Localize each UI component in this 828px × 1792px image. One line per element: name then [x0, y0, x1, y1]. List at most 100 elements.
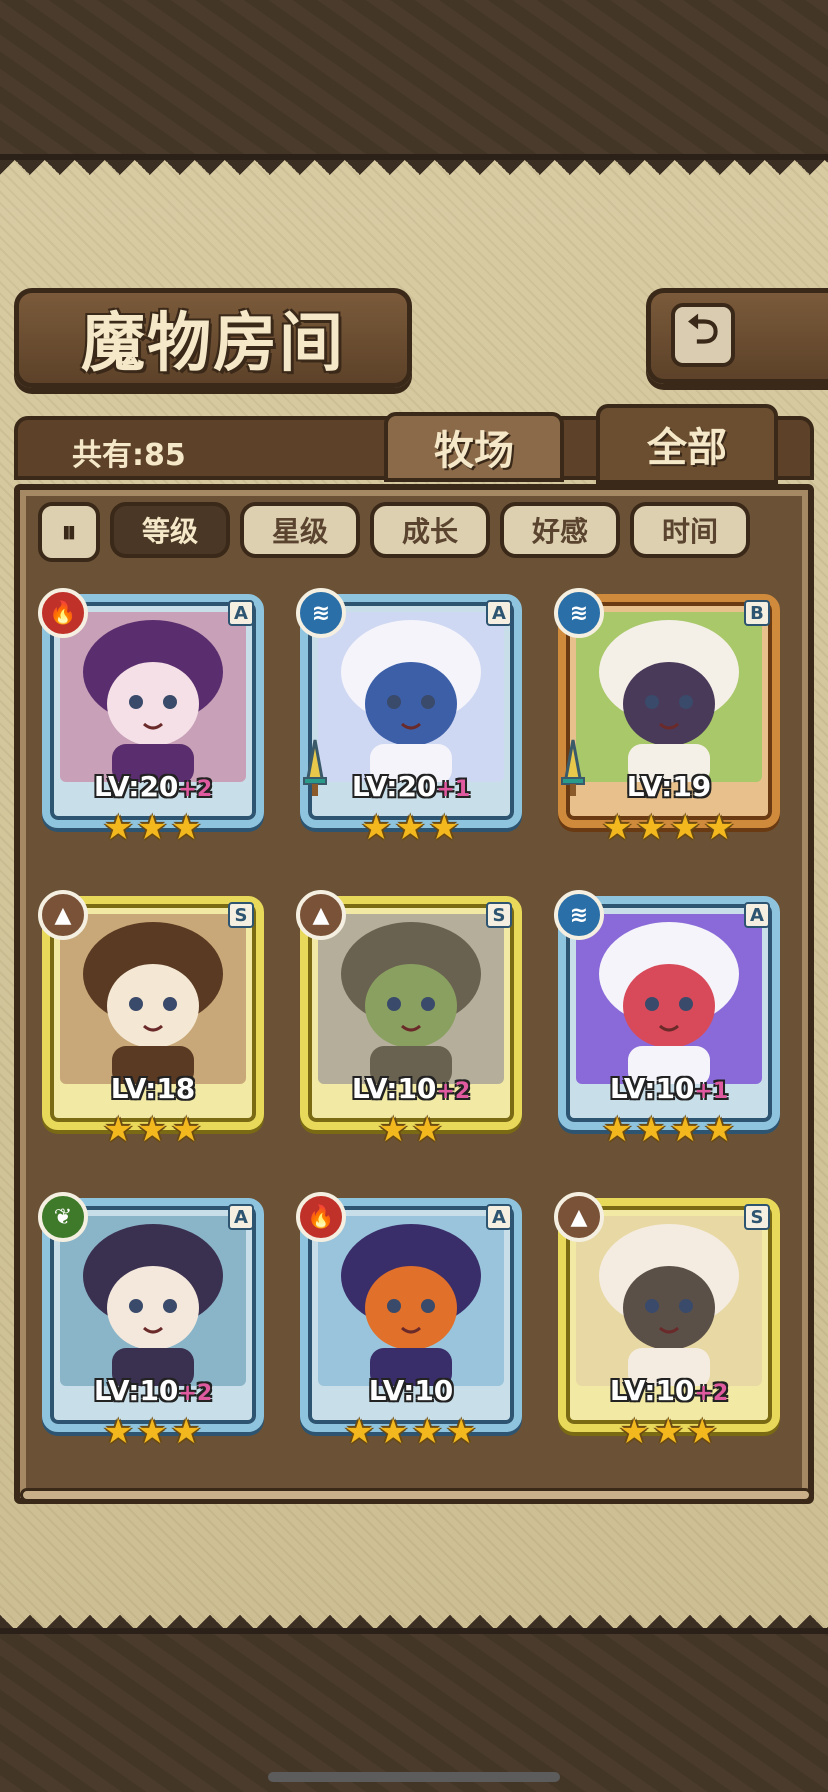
- star-icon: ★: [103, 1110, 134, 1150]
- monster-card[interactable]: ≋ A LV:20+1 ★ ★ ★: [296, 588, 526, 858]
- monster-level: LV:20+1: [296, 770, 526, 803]
- back-button[interactable]: ⮌: [646, 288, 828, 384]
- top-background: [0, 0, 828, 160]
- panel-zigzag-top: [0, 160, 828, 190]
- star-icon: ★: [171, 1110, 202, 1150]
- star-icon: ★: [619, 1412, 650, 1452]
- leaf-icon: ❦: [38, 1192, 88, 1242]
- filter-stars[interactable]: 星级: [240, 502, 360, 558]
- monster-portrait: [60, 612, 246, 782]
- flame-icon: 🔥: [38, 588, 88, 638]
- monster-portrait: [318, 914, 504, 1084]
- star-icon: ★: [395, 808, 426, 848]
- monster-level: LV:10+2: [296, 1072, 526, 1105]
- star-icon: ★: [446, 1412, 477, 1452]
- monster-portrait: [60, 1216, 246, 1386]
- panel-zigzag-bottom: [0, 1600, 828, 1630]
- monster-card[interactable]: ≋ B LV:19 ★ ★ ★ ★: [554, 588, 784, 858]
- sort-toggle-button[interactable]: ⏸: [38, 502, 100, 562]
- star-icon: ★: [704, 808, 735, 848]
- filter-time[interactable]: 时间: [630, 502, 750, 558]
- rank-tag: A: [744, 902, 770, 928]
- star-icon: ★: [103, 1412, 134, 1452]
- star-icon: ★: [670, 808, 701, 848]
- star-rating: ★ ★ ★ ★: [296, 1412, 526, 1452]
- tab-ranch[interactable]: 牧场: [384, 412, 564, 482]
- mountain-icon: ▲: [296, 890, 346, 940]
- filter-growth[interactable]: 成长: [370, 502, 490, 558]
- monster-card[interactable]: ≋ A LV:10+1 ★ ★ ★ ★: [554, 890, 784, 1160]
- monster-card[interactable]: ▲ S LV:10+2 ★ ★ ★: [554, 1192, 784, 1462]
- mountain-icon: ▲: [38, 890, 88, 940]
- star-icon: ★: [429, 808, 460, 848]
- mountain-icon: ▲: [554, 1192, 604, 1242]
- monster-portrait: [60, 914, 246, 1084]
- level-value: LV:20: [351, 770, 437, 803]
- star-icon: ★: [602, 808, 633, 848]
- star-rating: ★ ★ ★: [38, 1110, 268, 1150]
- home-indicator[interactable]: [268, 1772, 560, 1782]
- star-rating: ★ ★ ★: [296, 808, 526, 848]
- level-bonus: +2: [694, 1381, 729, 1406]
- rank-tag: S: [228, 902, 254, 928]
- monster-portrait: [576, 612, 762, 782]
- star-icon: ★: [636, 808, 667, 848]
- star-rating: ★ ★ ★: [38, 808, 268, 848]
- monster-card[interactable]: ▲ S LV:18 ★ ★ ★: [38, 890, 268, 1160]
- rank-tag: S: [744, 1204, 770, 1230]
- rank-tag: A: [228, 1204, 254, 1230]
- wave-icon: ≋: [554, 588, 604, 638]
- star-icon: ★: [137, 808, 168, 848]
- level-bonus: +2: [178, 1381, 213, 1406]
- rank-tag: S: [486, 902, 512, 928]
- star-icon: ★: [704, 1110, 735, 1150]
- monster-level: LV:10+2: [38, 1374, 268, 1407]
- star-icon: ★: [171, 808, 202, 848]
- star-icon: ★: [412, 1412, 443, 1452]
- title-plaque: 魔物房间: [14, 288, 412, 388]
- monster-card[interactable]: ▲ S LV:10+2 ★ ★: [296, 890, 526, 1160]
- wave-icon: ≋: [554, 890, 604, 940]
- level-value: LV:10: [609, 1374, 695, 1407]
- monster-portrait: [576, 914, 762, 1084]
- wave-icon: ≋: [296, 588, 346, 638]
- star-icon: ★: [378, 1412, 409, 1452]
- star-rating: ★ ★ ★ ★: [554, 1110, 784, 1150]
- monster-level: LV:19: [554, 770, 784, 803]
- monster-portrait: [318, 612, 504, 782]
- star-icon: ★: [171, 1412, 202, 1452]
- star-icon: ★: [378, 1110, 409, 1150]
- tab-all[interactable]: 全部: [596, 404, 778, 484]
- star-icon: ★: [137, 1412, 168, 1452]
- star-rating: ★ ★ ★: [554, 1412, 784, 1452]
- rank-tag: A: [228, 600, 254, 626]
- star-icon: ★: [687, 1412, 718, 1452]
- bottom-background: [0, 1628, 828, 1792]
- filter-level[interactable]: 等级: [110, 502, 230, 558]
- star-rating: ★ ★ ★: [38, 1412, 268, 1452]
- star-icon: ★: [670, 1110, 701, 1150]
- monster-card[interactable]: ❦ A LV:10+2 ★ ★ ★: [38, 1192, 268, 1462]
- sort-filter-bar: ⏸ 等级 星级 成长 好感 时间: [38, 502, 778, 562]
- rank-tag: A: [486, 1204, 512, 1230]
- star-icon: ★: [412, 1110, 443, 1150]
- total-monster-count: 共有:85: [72, 438, 186, 473]
- page-title: 魔物房间: [81, 306, 345, 381]
- level-value: LV:10: [351, 1072, 437, 1105]
- monster-portrait: [576, 1216, 762, 1386]
- star-icon: ★: [103, 808, 134, 848]
- list-scrollbar[interactable]: [20, 1488, 812, 1502]
- level-value: LV:10: [609, 1072, 695, 1105]
- star-icon: ★: [602, 1110, 633, 1150]
- monster-level: LV:10+1: [554, 1072, 784, 1105]
- monster-card[interactable]: 🔥 A LV:10 ★ ★ ★ ★: [296, 1192, 526, 1462]
- rank-tag: A: [486, 600, 512, 626]
- return-arrow-icon: ⮌: [671, 303, 735, 367]
- filter-affection[interactable]: 好感: [500, 502, 620, 558]
- level-value: LV:10: [93, 1374, 179, 1407]
- star-icon: ★: [653, 1412, 684, 1452]
- level-bonus: +1: [436, 777, 471, 802]
- monster-card[interactable]: 🔥 A LV:20+2 ★ ★ ★: [38, 588, 268, 858]
- star-rating: ★ ★: [296, 1110, 526, 1150]
- level-value: LV:20: [93, 770, 179, 803]
